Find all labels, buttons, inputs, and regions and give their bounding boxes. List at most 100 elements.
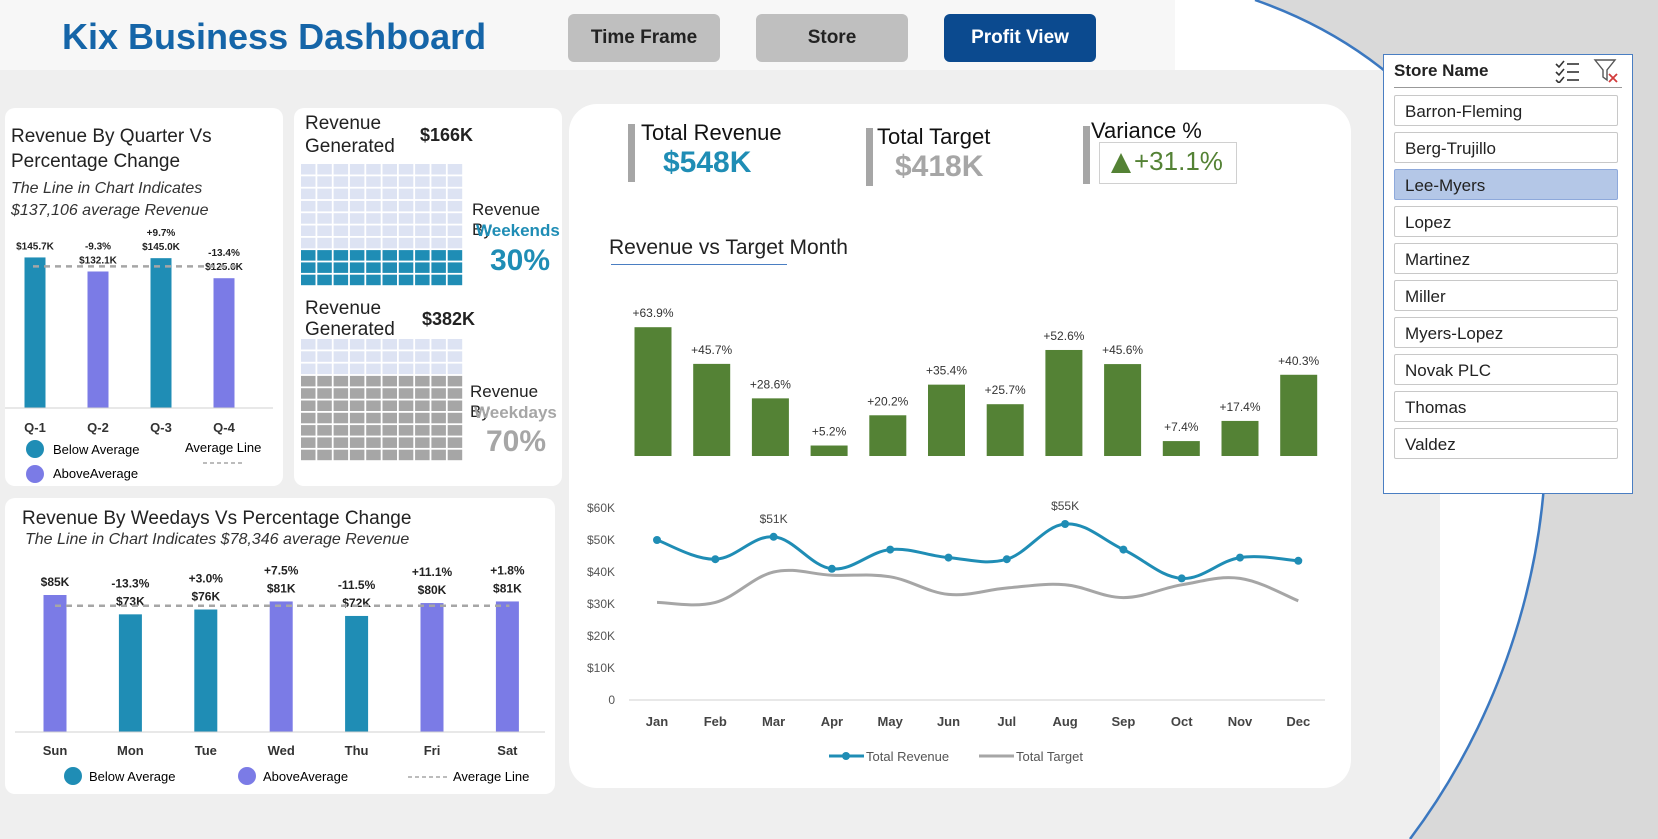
slicer-item[interactable]: Myers-Lopez: [1394, 317, 1618, 348]
legend-average-line-label: Average Line: [185, 440, 261, 455]
slicer-item[interactable]: Valdez: [1394, 428, 1618, 459]
slicer-divider: [1394, 87, 1622, 88]
weekend-waffle-cell: [301, 250, 316, 261]
weekday-waffle-cell: [415, 375, 430, 387]
weekend-waffle-cell: [333, 225, 349, 236]
weekend-waffle-cell: [317, 225, 332, 236]
variance-value-label: +35.4%: [926, 364, 967, 378]
weekday-value-label: $80K: [418, 583, 447, 597]
weekday-pct-label: +7.5%: [264, 563, 299, 577]
weekend-waffle-cell: [317, 164, 332, 175]
weekend-waffle-cell: [447, 237, 463, 249]
total-revenue-point: [1236, 553, 1244, 562]
clear-filter-icon[interactable]: [1593, 58, 1619, 84]
quarter-category-label: Q-4: [213, 420, 235, 435]
slicer-item[interactable]: Lopez: [1394, 206, 1618, 237]
slicer-item[interactable]: Barron-Fleming: [1394, 95, 1618, 126]
weekend-waffle-cell: [447, 164, 463, 175]
weekday-pct-label: +3.0%: [189, 572, 224, 586]
weekday-waffle-cell: [333, 437, 349, 448]
weekday-waffle-cell: [415, 400, 430, 411]
variance-bar: [693, 363, 731, 456]
line-chart-axis: 0 $10K $20K $30K $40K $50K $60K Jan Feb Mar Apr May…: [587, 501, 1325, 729]
weekday-waffle-cell: [349, 437, 365, 448]
weekday-waffle-cell: [317, 351, 332, 362]
weekday-waffle-cell: [317, 425, 332, 436]
weekend-waffle-cell: [301, 164, 316, 175]
weekday-waffle-cell: [447, 412, 463, 424]
weekday-waffle-cell: [349, 388, 365, 399]
weekday-waffle-cell: [382, 339, 397, 350]
weekend-waffle-cell: [333, 164, 349, 175]
weekday-waffle-cell: [382, 400, 397, 411]
weekday-category-label: Mon: [117, 743, 144, 758]
weekday-waffle-cell: [301, 449, 316, 461]
weekend-waffle-cell: [415, 274, 430, 286]
weekday-waffle-cell: [431, 437, 446, 448]
weekend-waffle-cell: [349, 164, 365, 175]
variance-bar-chart: +63.9% +45.7% +28.6% +5.2% +20.2% +35.4% +25.7…: [632, 306, 1320, 456]
variance-bar: [986, 404, 1024, 456]
variance-bar: [1280, 374, 1318, 456]
weekend-waffle-cell: [382, 164, 397, 175]
slicer-item[interactable]: Miller: [1394, 280, 1618, 311]
slicer-item[interactable]: Martinez: [1394, 243, 1618, 274]
time-frame-button[interactable]: Time Frame: [568, 14, 720, 62]
slicer-item[interactable]: Lee-Myers: [1394, 169, 1618, 200]
variance-value-label: +40.3%: [1278, 354, 1319, 368]
variance-value-label: +20.2%: [867, 394, 908, 408]
weekday-waffle-cell: [349, 363, 365, 375]
weekend-waffle-cell: [366, 274, 381, 286]
weekday-bar: [420, 603, 444, 732]
weekday-bar: [495, 601, 519, 732]
weekday-waffle-cell: [382, 375, 397, 387]
weekday-waffle-cell: [431, 425, 446, 436]
weekday-waffle-cell: [301, 375, 316, 387]
weekend-waffle-cell: [398, 200, 414, 212]
weekday-waffle-cell: [431, 363, 446, 375]
weekend-waffle-cell: [447, 200, 463, 212]
weekday-waffle-cell: [398, 363, 414, 375]
weekday-category-label: Thu: [345, 743, 369, 758]
weekend-waffle-cell: [301, 237, 316, 249]
weekday-waffle-cell: [301, 339, 316, 350]
weekend-waffle-cell: [349, 250, 365, 261]
weekday-waffle-cell: [398, 425, 414, 436]
weekday-waffle-cell: [349, 425, 365, 436]
weekend-waffle-cell: [431, 250, 446, 261]
weekend-waffle-cell: [398, 188, 414, 200]
weekday-category-label: Wed: [268, 743, 295, 758]
slicer-item[interactable]: Thomas: [1394, 391, 1618, 422]
weekday-waffle-cell: [398, 412, 414, 424]
multi-select-icon[interactable]: [1554, 59, 1580, 83]
weekday-waffle-cell: [415, 339, 430, 350]
weekend-waffle-cell: [301, 213, 316, 224]
slicer-item[interactable]: Berg-Trujillo: [1394, 132, 1618, 163]
store-name-slicer: Store Name Barron-Fleming Berg-Trujillo Le…: [1383, 54, 1633, 494]
line-x-tick-label: Aug: [1052, 714, 1077, 729]
weekend-waffle-cell: [317, 250, 332, 261]
line-point-label: $51K: [760, 512, 788, 526]
weekday-waffle-cell: [415, 425, 430, 436]
weekend-waffle-cell: [366, 250, 381, 261]
store-button[interactable]: Store: [756, 14, 908, 62]
weekday-waffle-cell: [317, 375, 332, 387]
weekday-waffle-cell: [431, 375, 446, 387]
quarter-bar: [213, 278, 235, 408]
variance-bar: [634, 327, 672, 456]
weekend-waffle-cell: [301, 225, 316, 236]
variance-value-label: +7.4%: [1164, 420, 1199, 434]
variance-value-label: +5.2%: [812, 425, 847, 439]
weekday-waffle-cell: [317, 388, 332, 399]
weekday-waffle-cell: [349, 449, 365, 461]
weekday-pct-label: -11.5%: [338, 578, 376, 592]
weekend-waffle-cell: [447, 250, 463, 261]
profit-view-button[interactable]: Profit View: [944, 14, 1096, 62]
weekday-waffle-cell: [415, 449, 430, 461]
weekday-waffle-cell: [333, 425, 349, 436]
slicer-item[interactable]: Novak PLC: [1394, 354, 1618, 385]
weekend-waffle-cell: [333, 213, 349, 224]
weekend-waffle-cell: [349, 176, 365, 187]
weekend-waffle-cell: [447, 274, 463, 286]
weekend-waffle-cell: [382, 237, 397, 249]
